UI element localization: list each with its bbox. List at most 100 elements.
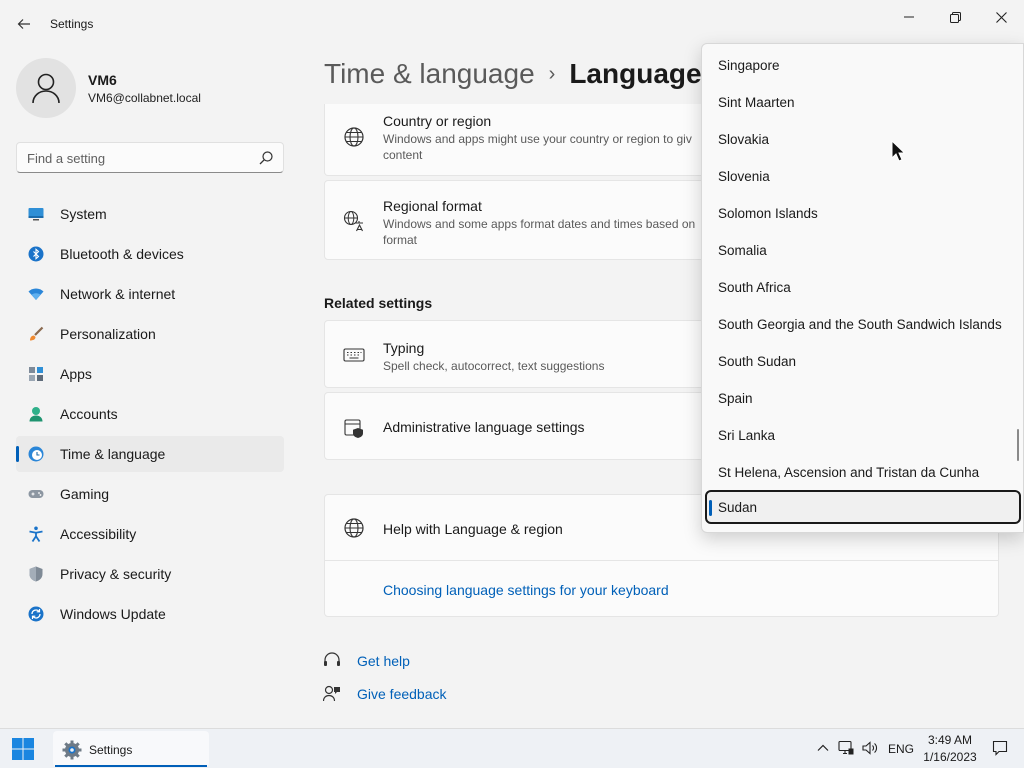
- sidebar-item-time-language[interactable]: Time & language: [16, 436, 284, 472]
- sidebar-item-label: Accessibility: [60, 526, 137, 542]
- sidebar-item-label: Accounts: [60, 406, 118, 422]
- dropdown-option[interactable]: South Africa: [705, 270, 1021, 304]
- sidebar-item-personalization[interactable]: Personalization: [16, 316, 284, 352]
- clock-date[interactable]: 1/16/2023: [920, 750, 980, 764]
- bluetooth-icon: [28, 246, 44, 262]
- sidebar-item-label: System: [60, 206, 107, 222]
- shield-icon: [29, 566, 43, 582]
- sidebar-item-gaming[interactable]: Gaming: [16, 476, 284, 512]
- breadcrumb-separator: ›: [548, 63, 556, 85]
- dropdown-option[interactable]: Sint Maarten: [705, 85, 1021, 119]
- keyboard-icon: [343, 348, 365, 362]
- admin-shield-icon: [344, 419, 363, 438]
- user-email: VM6@collabnet.local: [88, 91, 201, 105]
- dropdown-option-label: Somalia: [718, 243, 767, 258]
- sidebar-item-bluetooth[interactable]: Bluetooth & devices: [16, 236, 284, 272]
- sidebar-item-label: Bluetooth & devices: [60, 246, 184, 262]
- dropdown-option[interactable]: South Georgia and the South Sandwich Isl…: [705, 307, 1021, 341]
- sidebar-item-label: Apps: [60, 366, 92, 382]
- dropdown-option[interactable]: Slovenia: [705, 159, 1021, 193]
- related-settings-heading: Related settings: [324, 295, 433, 311]
- regional-format-icon: [343, 210, 363, 232]
- dropdown-option[interactable]: Spain: [705, 381, 1021, 415]
- app-title: Settings: [50, 17, 94, 31]
- network-icon[interactable]: [838, 740, 854, 756]
- dropdown-option-label: Solomon Islands: [718, 206, 818, 221]
- search-box[interactable]: [16, 142, 284, 173]
- input-language-indicator[interactable]: ENG: [888, 742, 914, 756]
- globe-icon: [344, 127, 364, 147]
- page-title: Language: [569, 58, 702, 89]
- sidebar-item-accounts[interactable]: Accounts: [16, 396, 284, 432]
- dropdown-option-label: St Helena, Ascension and Tristan da Cunh…: [718, 465, 980, 480]
- taskbar-settings-app[interactable]: Settings: [53, 731, 209, 767]
- dropdown-option-selected[interactable]: Sudan: [705, 490, 1021, 524]
- dropdown-option-label: South Georgia and the South Sandwich Isl…: [718, 317, 1002, 332]
- volume-icon[interactable]: [862, 740, 878, 756]
- close-button[interactable]: [978, 4, 1024, 30]
- dropdown-option-label: Slovenia: [718, 169, 770, 184]
- monitor-icon: [28, 208, 44, 221]
- person-icon: [29, 407, 43, 422]
- arrow-left-icon: [17, 19, 30, 29]
- mouse-cursor-icon: [891, 140, 905, 162]
- person-icon: [32, 73, 60, 104]
- card-title: Country or region: [383, 113, 492, 129]
- sidebar-item-windows-update[interactable]: Windows Update: [16, 596, 284, 632]
- dropdown-scrollbar[interactable]: [1017, 429, 1019, 461]
- dropdown-option-label: Sint Maarten: [718, 95, 795, 110]
- windows-start-icon[interactable]: [12, 738, 34, 760]
- keyboard-help-link[interactable]: Choosing language settings for your keyb…: [383, 582, 669, 598]
- title-bar: Settings: [0, 0, 1024, 48]
- close-icon: [995, 11, 1007, 23]
- dropdown-option-label: Slovakia: [718, 132, 770, 147]
- search-input[interactable]: [27, 149, 247, 167]
- restore-icon: [949, 11, 961, 23]
- dropdown-option-label: Sri Lanka: [718, 428, 776, 443]
- dropdown-option-label: Singapore: [718, 58, 780, 73]
- globe-clock-icon: [28, 446, 44, 462]
- globe-icon: [344, 518, 364, 538]
- dropdown-option[interactable]: Solomon Islands: [705, 196, 1021, 230]
- dropdown-option-label: South Africa: [718, 280, 791, 295]
- dropdown-option[interactable]: South Sudan: [705, 344, 1021, 378]
- update-icon: [28, 606, 44, 622]
- sidebar-item-label: Privacy & security: [60, 566, 172, 582]
- chevron-up-icon[interactable]: [815, 740, 831, 756]
- taskbar-app-label: Settings: [89, 743, 133, 757]
- sidebar-item-accessibility[interactable]: Accessibility: [16, 516, 284, 552]
- dropdown-option[interactable]: Slovakia: [705, 122, 1021, 156]
- clock-time[interactable]: 3:49 AM: [920, 733, 980, 747]
- feedback-icon: [323, 685, 340, 702]
- notifications-icon[interactable]: [992, 740, 1008, 756]
- user-name: VM6: [88, 72, 117, 88]
- get-help-link[interactable]: Get help: [357, 653, 410, 669]
- sidebar-item-apps[interactable]: Apps: [16, 356, 284, 392]
- card-title: Administrative language settings: [383, 419, 585, 435]
- sidebar-item-system[interactable]: System: [16, 196, 284, 232]
- gear-icon: [62, 740, 82, 760]
- dropdown-option[interactable]: Somalia: [705, 233, 1021, 267]
- apps-icon: [29, 367, 43, 381]
- country-dropdown-list[interactable]: Singapore Sint Maarten Slovakia Slovenia…: [701, 43, 1024, 533]
- avatar[interactable]: [16, 58, 76, 118]
- search-icon[interactable]: [258, 150, 274, 166]
- give-feedback-link[interactable]: Give feedback: [357, 686, 447, 702]
- breadcrumb: Time & language › Language: [324, 58, 702, 90]
- dropdown-option-label: Spain: [718, 391, 753, 406]
- breadcrumb-parent[interactable]: Time & language: [324, 58, 535, 89]
- dropdown-option[interactable]: Singapore: [705, 48, 1021, 82]
- card-description: Spell check, autocorrect, text suggestio…: [383, 359, 605, 373]
- dropdown-option[interactable]: Sri Lanka: [705, 418, 1021, 452]
- accessibility-icon: [29, 526, 43, 542]
- sidebar-item-privacy[interactable]: Privacy & security: [16, 556, 284, 592]
- minimize-button[interactable]: [886, 4, 932, 30]
- sidebar-item-label: Windows Update: [60, 606, 166, 622]
- brush-icon: [30, 326, 44, 341]
- sidebar-item-label: Network & internet: [60, 286, 176, 302]
- restore-button[interactable]: [932, 4, 978, 30]
- dropdown-option[interactable]: St Helena, Ascension and Tristan da Cunh…: [705, 455, 1021, 489]
- sidebar-item-network[interactable]: Network & internet: [16, 276, 284, 312]
- back-button[interactable]: [12, 12, 36, 36]
- taskbar: Settings ENG 3:49 AM 1/16/2023: [0, 728, 1024, 768]
